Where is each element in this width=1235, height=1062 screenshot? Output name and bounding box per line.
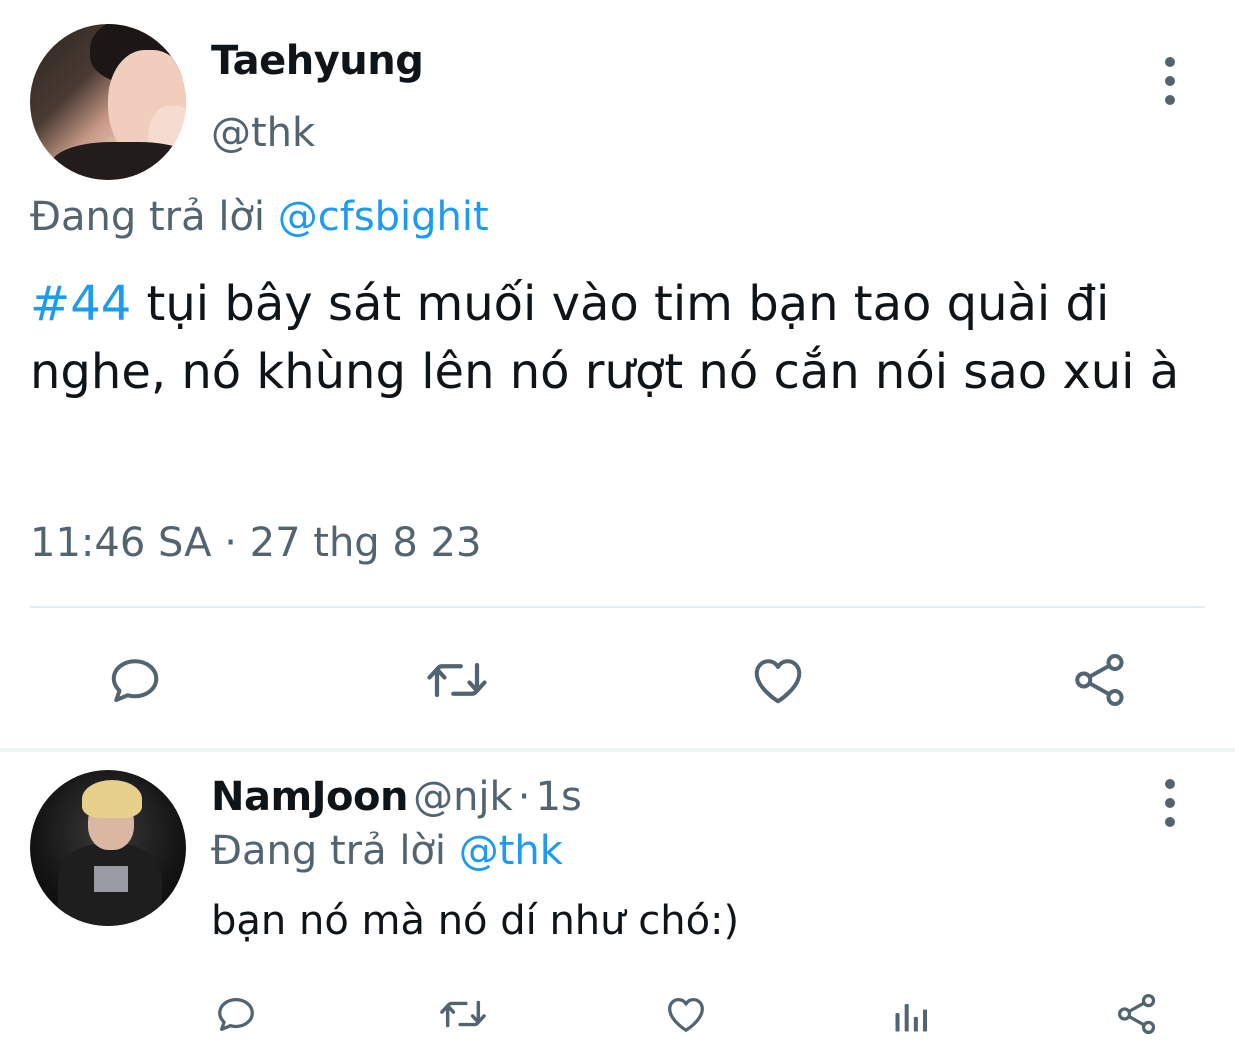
retweet-icon[interactable] bbox=[424, 650, 490, 710]
avatar-shirt-print bbox=[94, 866, 128, 892]
tweet-time: 11:46 SA bbox=[30, 520, 212, 566]
avatar-hair bbox=[82, 780, 142, 818]
reply-text: bạn nó mà nó dí như chó:) bbox=[211, 898, 740, 944]
share-icon[interactable] bbox=[1114, 991, 1160, 1037]
reply-header-separator: · bbox=[517, 774, 531, 820]
replying-to-handle[interactable]: @cfsbighit bbox=[278, 194, 489, 240]
tweet-date: 27 thg 8 23 bbox=[249, 520, 482, 566]
more-options-icon[interactable] bbox=[1164, 779, 1176, 827]
divider bbox=[30, 606, 1205, 608]
reply-icon[interactable] bbox=[213, 991, 259, 1037]
like-icon[interactable] bbox=[748, 650, 808, 710]
replying-to-label: Đang trả lời bbox=[211, 828, 447, 874]
replying-to-line: Đang trả lời @cfsbighit bbox=[30, 194, 489, 240]
share-icon[interactable] bbox=[1070, 650, 1130, 710]
timestamp-separator: · bbox=[224, 520, 237, 566]
reply-author-handle[interactable]: @njk bbox=[413, 774, 513, 820]
reply-replying-to-line: Đang trả lời @thk bbox=[211, 828, 563, 874]
author-avatar[interactable] bbox=[30, 24, 186, 180]
author-handle[interactable]: @thk bbox=[211, 110, 315, 156]
like-icon[interactable] bbox=[663, 991, 709, 1037]
reply-icon[interactable] bbox=[105, 650, 165, 710]
hashtag-link[interactable]: #44 bbox=[30, 276, 131, 332]
replying-to-label: Đang trả lời bbox=[30, 194, 266, 240]
avatar-shirt bbox=[50, 142, 186, 180]
author-display-name[interactable]: Taehyung bbox=[211, 38, 424, 84]
analytics-icon[interactable] bbox=[890, 993, 934, 1037]
tweet-text: #44 tụi bây sát muối vào tim bạn tao quà… bbox=[30, 270, 1225, 406]
reply-author-display-name[interactable]: NamJoon bbox=[211, 774, 408, 820]
tweet-timestamp[interactable]: 11:46 SA · 27 thg 8 23 bbox=[30, 520, 481, 566]
replying-to-handle[interactable]: @thk bbox=[459, 828, 563, 874]
reply-age[interactable]: 1s bbox=[536, 774, 582, 820]
tweet-body: tụi bây sát muối vào tim bạn tao quài đi… bbox=[30, 276, 1180, 400]
retweet-icon[interactable] bbox=[437, 991, 489, 1037]
reply-header: NamJoon @njk · 1s bbox=[211, 774, 582, 820]
more-options-icon[interactable] bbox=[1164, 57, 1176, 105]
reply-author-avatar[interactable] bbox=[30, 770, 186, 926]
section-separator bbox=[0, 748, 1235, 752]
